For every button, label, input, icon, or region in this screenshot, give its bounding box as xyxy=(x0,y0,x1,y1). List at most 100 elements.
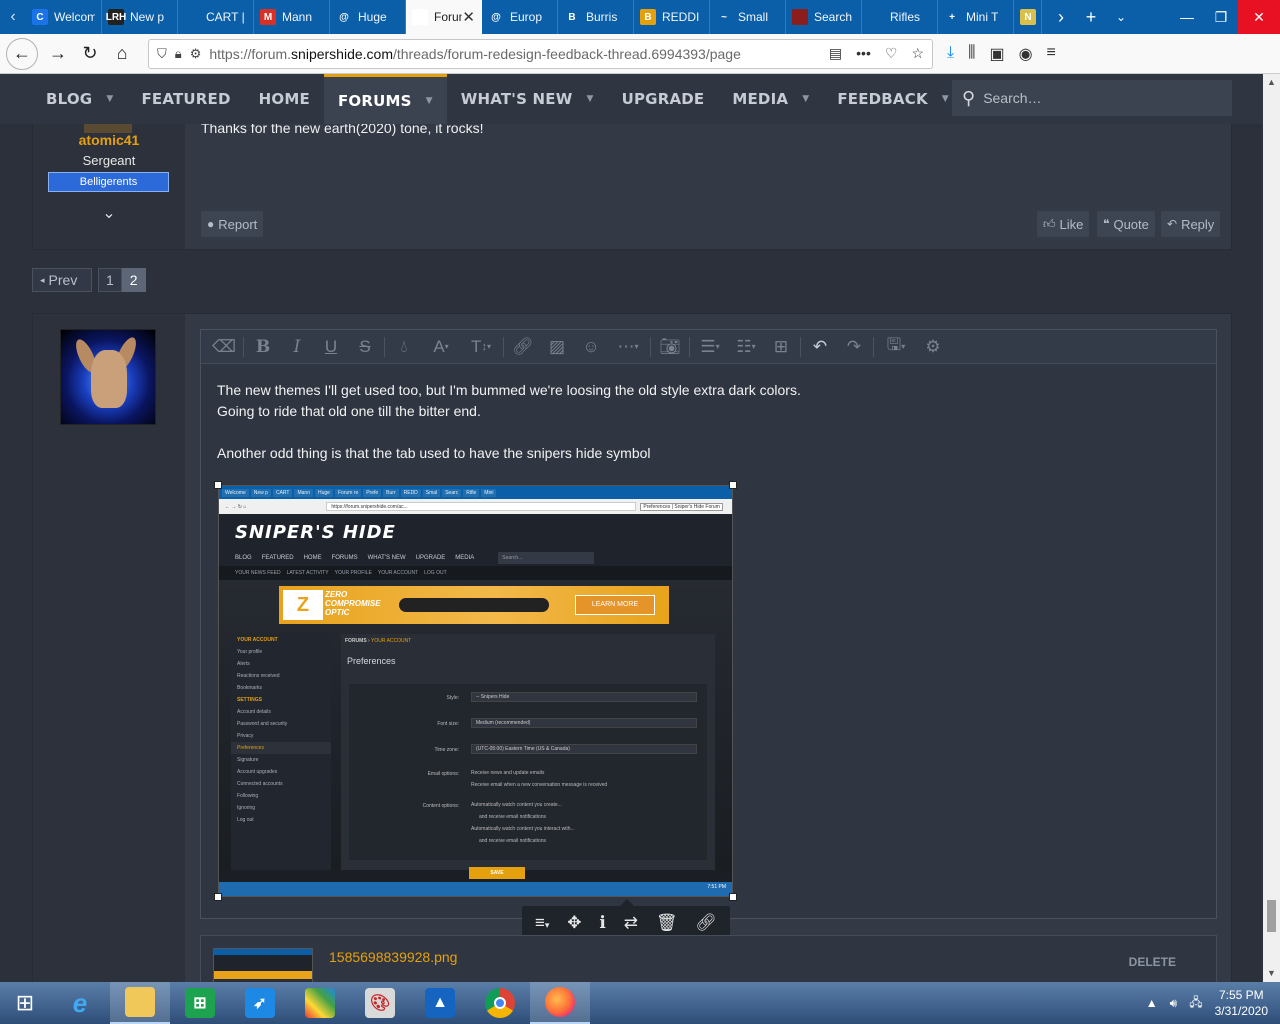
strikethrough-button[interactable]: S xyxy=(348,330,382,364)
attachment-filename[interactable]: 1585698839928.png xyxy=(329,949,457,965)
attachment-delete-button[interactable]: DELETE xyxy=(1129,955,1176,969)
tray-expand-icon[interactable]: ▲ xyxy=(1146,996,1158,1010)
taskbar-firefox[interactable] xyxy=(530,982,590,1024)
bold-button[interactable]: B xyxy=(246,330,280,364)
media-icon[interactable]: 📷︎ xyxy=(653,330,687,364)
reader-view-icon[interactable]: ▤ xyxy=(829,45,842,62)
align-menu-icon[interactable]: ≡▾ xyxy=(535,913,549,933)
resize-handle-bottom-left[interactable] xyxy=(214,893,222,901)
scroll-down-arrow[interactable]: ▼ xyxy=(1263,965,1280,982)
caret-down-icon[interactable]: ▼ xyxy=(586,94,593,104)
taskbar-chrome[interactable] xyxy=(470,982,530,1024)
tab-list-button[interactable]: ⌄ xyxy=(1106,10,1136,24)
tab-scroll-right-button[interactable]: › xyxy=(1046,7,1076,28)
browser-tab[interactable]: Forum✕ xyxy=(406,0,482,34)
account-icon[interactable]: ◉ xyxy=(1019,44,1033,64)
attachment-thumbnail[interactable] xyxy=(213,948,313,982)
minimize-button[interactable]: — xyxy=(1170,0,1204,34)
avatar[interactable] xyxy=(60,329,156,425)
taskbar-paint[interactable]: 🎨︎ xyxy=(350,982,410,1024)
page-scrollbar[interactable]: ▲ ▼ xyxy=(1263,74,1280,982)
site-search-box[interactable]: ⚲ Search… xyxy=(952,80,1232,116)
replace-icon[interactable]: ⇄ xyxy=(624,913,638,933)
eraser-icon[interactable]: ⌫ xyxy=(207,330,241,364)
username-link[interactable]: atomic41 xyxy=(33,132,185,148)
taskbar-store[interactable]: ⊞ xyxy=(170,982,230,1024)
reload-button[interactable]: ↻ xyxy=(74,38,106,70)
caret-down-icon[interactable]: ▼ xyxy=(426,96,433,106)
link-icon[interactable]: 🔗︎ xyxy=(506,330,540,364)
browser-tab[interactable]: @ Huge xyxy=(330,0,406,34)
browser-tab[interactable]: C Welcome xyxy=(26,0,102,34)
italic-button[interactable]: I xyxy=(280,330,314,364)
font-size-button[interactable]: T ↕ ▾ xyxy=(461,330,501,364)
site-nav-item[interactable]: HOME xyxy=(245,74,324,124)
browser-tab[interactable]: + Mini T xyxy=(938,0,1014,34)
smilie-icon[interactable]: ☺ xyxy=(574,330,608,364)
browser-tab[interactable]: N xyxy=(1014,0,1042,34)
site-nav-item[interactable]: FEEDBACK ▼ xyxy=(823,74,963,124)
network-icon[interactable]: 🖧 xyxy=(1189,993,1202,1014)
undo-icon[interactable]: ↶ xyxy=(803,330,837,364)
embedded-screenshot-image[interactable]: Welcome New p CART Mann Huge Forum re Prefe Bur… xyxy=(218,485,733,897)
browser-tab[interactable]: CART | Ha xyxy=(178,0,254,34)
site-nav-item[interactable]: UPGRADE xyxy=(608,74,719,124)
scrollbar-thumb[interactable] xyxy=(1267,900,1276,932)
start-button[interactable]: ⊞ xyxy=(0,982,50,1024)
reply-button[interactable]: ↶ Reply xyxy=(1161,211,1221,237)
taskbar-explorer[interactable] xyxy=(110,982,170,1024)
volume-icon[interactable]: 🔊︎ xyxy=(1170,996,1178,1011)
image-icon[interactable]: ▨ xyxy=(540,330,574,364)
list-button[interactable]: ☷ ▾ xyxy=(728,330,764,364)
close-window-button[interactable]: ✕ xyxy=(1238,0,1280,34)
table-icon[interactable]: ⊞ xyxy=(764,330,798,364)
resize-handle-bottom-right[interactable] xyxy=(729,893,737,901)
resize-handle-top-left[interactable] xyxy=(214,481,222,489)
site-nav-item[interactable]: WHAT'S NEW ▼ xyxy=(447,74,608,124)
permissions-icon[interactable]: ⚙ xyxy=(190,46,202,62)
browser-tab[interactable]: B Burris xyxy=(558,0,634,34)
browser-tab[interactable]: LRH New p xyxy=(102,0,178,34)
drafts-button[interactable]: 🖫︎ ▾ xyxy=(876,330,916,364)
page-link-2[interactable]: 2 xyxy=(121,268,146,292)
like-button[interactable]: 👍︎ Like xyxy=(1037,211,1090,237)
taskbar-app-puzzle[interactable] xyxy=(290,982,350,1024)
new-tab-button[interactable]: + xyxy=(1076,7,1106,28)
restore-button[interactable]: ❐ xyxy=(1204,0,1238,34)
address-bar[interactable]: ⛉ 🔒︎ ⚙ https://forum.snipershide.com/thr… xyxy=(148,38,933,69)
browser-tab[interactable]: @ Europ xyxy=(482,0,558,34)
page-actions-icon[interactable]: ••• xyxy=(856,45,871,62)
link-icon[interactable]: 🔗︎ xyxy=(695,913,717,933)
browser-tab[interactable]: Rifles xyxy=(862,0,938,34)
more-options-button[interactable]: ⋯ ▾ xyxy=(608,330,648,364)
rich-text-editor[interactable]: ⌫ B I U S 💧︎ A ▾ T ↕ ▾ 🔗︎ ▨ ☺ ⋯ ▾ 📷︎ ☰ ▾… xyxy=(200,329,1217,919)
back-button[interactable]: ← xyxy=(6,37,38,70)
tab-scroll-left-button[interactable]: ‹ xyxy=(0,0,26,34)
sidebar-icon[interactable]: ▣ xyxy=(989,44,1004,64)
chevron-down-icon[interactable]: ⌄ xyxy=(33,203,185,223)
taskbar-clock[interactable]: 7:55 PM 3/31/2020 xyxy=(1215,987,1268,1019)
pocket-icon[interactable]: ♡ xyxy=(885,45,898,62)
menu-icon[interactable]: ≡ xyxy=(1047,44,1056,64)
underline-button[interactable]: U xyxy=(314,330,348,364)
forward-button[interactable]: → xyxy=(42,38,74,70)
browser-tab[interactable]: M Mann xyxy=(254,0,330,34)
browser-tab[interactable]: ~ Small xyxy=(710,0,786,34)
align-button[interactable]: ☰ ▾ xyxy=(692,330,728,364)
site-nav-item[interactable]: MEDIA ▼ xyxy=(718,74,823,124)
url-text[interactable]: https://forum.snipershide.com/threads/fo… xyxy=(209,46,821,62)
caret-down-icon[interactable]: ▼ xyxy=(106,94,113,104)
redo-icon[interactable]: ↷ xyxy=(837,330,871,364)
quote-button[interactable]: ❝ Quote xyxy=(1097,211,1155,237)
site-nav-item[interactable]: BLOG ▼ xyxy=(32,74,127,124)
library-icon[interactable]: ⫼ xyxy=(968,44,975,64)
site-nav-item[interactable]: FEATURED xyxy=(127,74,244,124)
trash-icon[interactable]: 🗑︎ xyxy=(656,913,678,933)
page-link-1[interactable]: 1 xyxy=(98,268,122,292)
caret-down-icon[interactable]: ▼ xyxy=(942,94,949,104)
browser-tab[interactable]: Search xyxy=(786,0,862,34)
alt-text-icon[interactable]: ℹ xyxy=(599,913,605,933)
taskbar-ie[interactable]: e xyxy=(50,982,110,1024)
gear-icon[interactable]: ⚙ xyxy=(916,330,950,364)
caret-down-icon[interactable]: ▼ xyxy=(802,94,809,104)
